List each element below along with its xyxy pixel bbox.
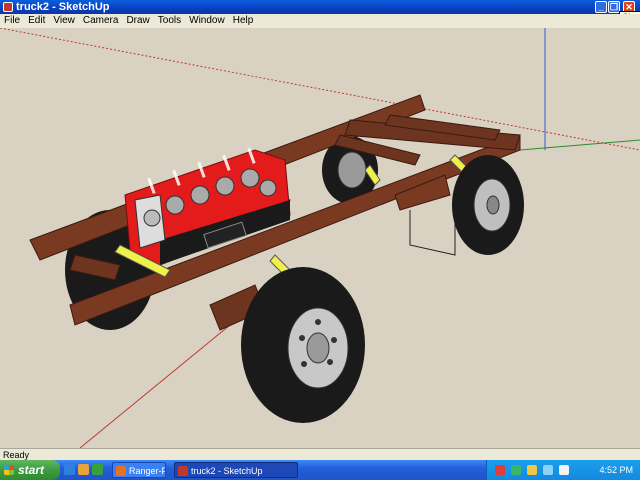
red-axis <box>79 324 231 448</box>
menu-bar: File Edit View Camera Draw Tools Window … <box>0 14 640 29</box>
menu-help[interactable]: Help <box>229 14 258 28</box>
taskbar-item-sketchup[interactable]: truck2 - SketchUp <box>174 462 298 478</box>
menu-camera[interactable]: Camera <box>79 14 123 28</box>
ie-icon[interactable] <box>64 464 75 475</box>
task-label: Ranger-Forums.com -... <box>129 466 166 476</box>
taskbar-item-ranger-forums[interactable]: Ranger-Forums.com -... <box>112 462 166 478</box>
security-icon[interactable] <box>495 465 505 475</box>
minimize-button[interactable]: _ <box>595 1 607 13</box>
sketchup-icon <box>178 466 188 476</box>
start-label: start <box>18 463 45 477</box>
messenger-icon[interactable] <box>543 465 553 475</box>
taskbar: start Ranger-Forums.com -... truck2 - Sk… <box>0 460 640 480</box>
clock: 4:52 PM <box>599 465 633 475</box>
truck-chassis-model <box>0 28 640 448</box>
menu-view[interactable]: View <box>49 14 79 28</box>
menu-window[interactable]: Window <box>185 14 229 28</box>
sketchup-app-icon[interactable] <box>3 2 13 12</box>
firefox-icon <box>116 466 126 476</box>
volume-icon[interactable] <box>527 465 537 475</box>
menu-tools[interactable]: Tools <box>154 14 185 28</box>
windows-logo-icon <box>4 465 14 475</box>
quick-launch <box>64 464 103 475</box>
update-icon[interactable] <box>559 465 569 475</box>
network-icon[interactable] <box>511 465 521 475</box>
media-player-icon[interactable] <box>78 464 89 475</box>
system-tray: 4:52 PM <box>486 460 640 480</box>
desktop-icon[interactable] <box>92 464 103 475</box>
green-axis <box>519 139 640 151</box>
menu-edit[interactable]: Edit <box>24 14 49 28</box>
model-viewport[interactable] <box>0 28 640 448</box>
menu-file[interactable]: File <box>0 14 24 28</box>
window-title: truck2 - SketchUp <box>16 1 110 13</box>
title-bar: truck2 - SketchUp _ ❐ ✕ <box>0 0 640 14</box>
start-button[interactable]: start <box>0 460 60 480</box>
menu-draw[interactable]: Draw <box>122 14 153 28</box>
task-label: truck2 - SketchUp <box>191 466 263 476</box>
